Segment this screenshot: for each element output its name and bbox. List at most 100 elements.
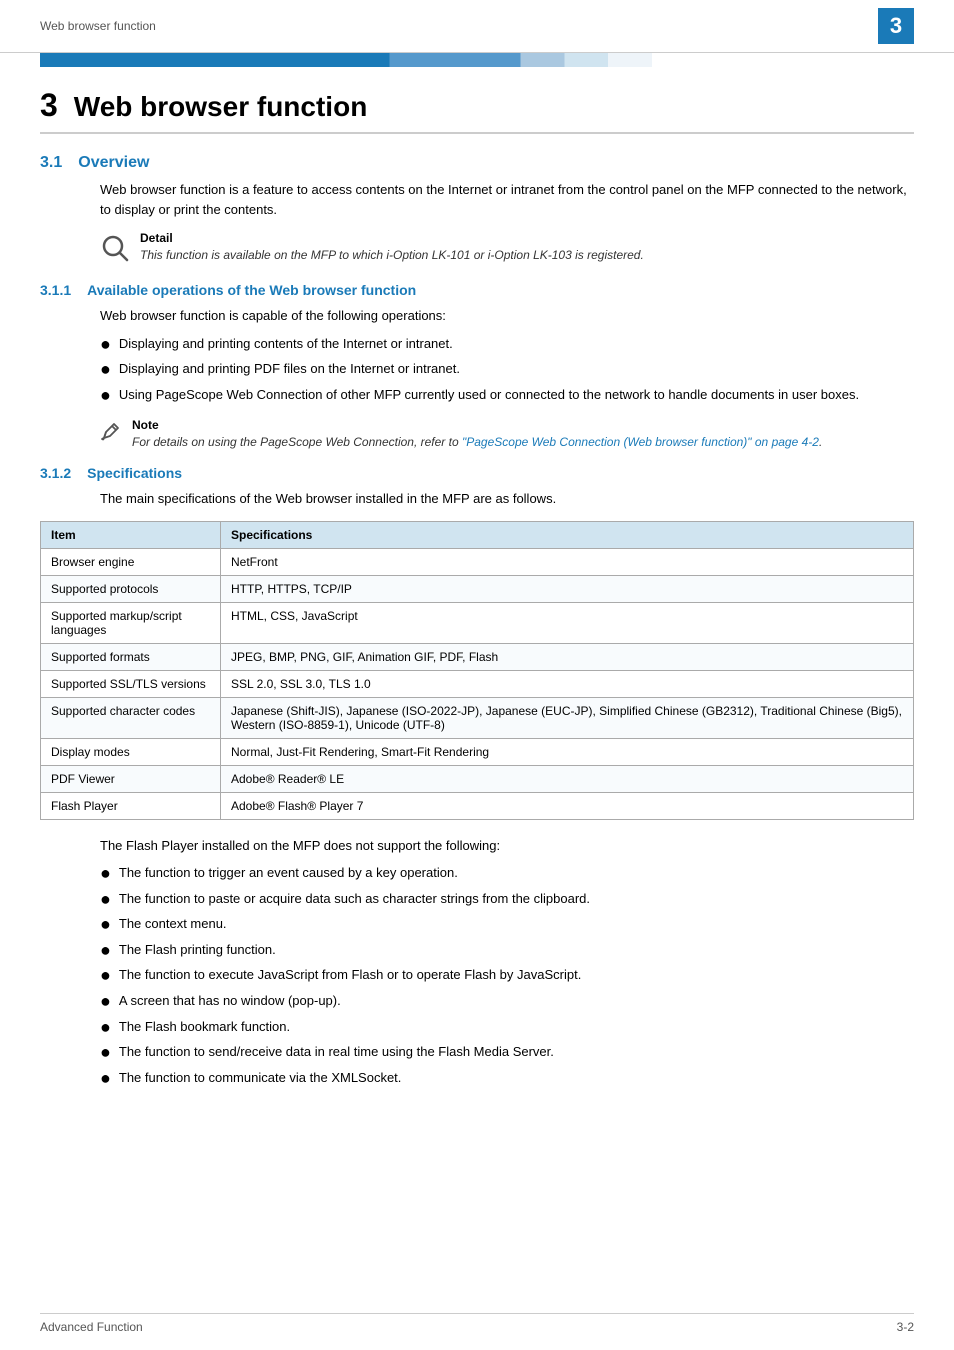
table-row: Supported formatsJPEG, BMP, PNG, GIF, An…	[41, 643, 914, 670]
table-cell-specs: Japanese (Shift-JIS), Japanese (ISO-2022…	[221, 697, 914, 738]
bullet-item: ● The function to trigger an event caused…	[100, 863, 914, 885]
bullet-text: The function to paste or acquire data su…	[119, 889, 914, 911]
table-row: Flash PlayerAdobe® Flash® Player 7	[41, 792, 914, 819]
table-cell-specs: Normal, Just-Fit Rendering, Smart-Fit Re…	[221, 738, 914, 765]
table-header-specs: Specifications	[221, 521, 914, 548]
bullet-item: ● Displaying and printing contents of th…	[100, 334, 914, 356]
table-cell-specs: Adobe® Reader® LE	[221, 765, 914, 792]
table-row: Supported markup/script languagesHTML, C…	[41, 602, 914, 643]
section-31-body: Web browser function is a feature to acc…	[100, 180, 914, 219]
table-row: Supported character codesJapanese (Shift…	[41, 697, 914, 738]
table-cell-item: PDF Viewer	[41, 765, 221, 792]
decorative-bar	[40, 53, 914, 67]
section-311-body: Web browser function is capable of the f…	[100, 306, 914, 326]
bullets-flash: ● The function to trigger an event caused…	[100, 863, 914, 1089]
detail-label: Detail	[140, 231, 644, 245]
section-31-text: Web browser function is a feature to acc…	[100, 180, 914, 219]
table-cell-specs: HTML, CSS, JavaScript	[221, 602, 914, 643]
bullet-text: The function to trigger an event caused …	[119, 863, 914, 885]
table-cell-item: Supported character codes	[41, 697, 221, 738]
note-box: Note For details on using the PageScope …	[100, 418, 914, 451]
note-content: Note For details on using the PageScope …	[132, 418, 822, 451]
detail-box: Detail This function is available on the…	[100, 231, 914, 268]
table-cell-item: Supported formats	[41, 643, 221, 670]
bullet-text: The context menu.	[119, 914, 914, 936]
page-content: 3 Web browser function 3.1Overview Web b…	[0, 67, 954, 1139]
page-header: Web browser function 3	[0, 0, 954, 53]
section-312-body: The main specifications of the Web brows…	[100, 489, 914, 509]
flash-intro: The Flash Player installed on the MFP do…	[100, 836, 914, 856]
section-31-heading: 3.1Overview	[40, 154, 914, 172]
bullet-dot: ●	[100, 991, 111, 1013]
bullet-item: ●The function to execute JavaScript from…	[100, 965, 914, 987]
section-312-heading: 3.1.2Specifications	[40, 465, 914, 481]
table-cell-item: Flash Player	[41, 792, 221, 819]
table-row: Browser engineNetFront	[41, 548, 914, 575]
bullet-text: The function to send/receive data in rea…	[119, 1042, 914, 1064]
table-row: PDF ViewerAdobe® Reader® LE	[41, 765, 914, 792]
page: Web browser function 3 3 Web browser fun…	[0, 0, 954, 1350]
table-row: Supported SSL/TLS versionsSSL 2.0, SSL 3…	[41, 670, 914, 697]
bullet-item: ● Using PageScope Web Connection of othe…	[100, 385, 914, 407]
table-cell-specs: JPEG, BMP, PNG, GIF, Animation GIF, PDF,…	[221, 643, 914, 670]
bullet-text: The Flash bookmark function.	[119, 1017, 914, 1039]
bullet-dot: ●	[100, 863, 111, 885]
pencil-icon	[100, 420, 122, 445]
bullet-text: A screen that has no window (pop-up).	[119, 991, 914, 1013]
chapter-number: 3	[40, 87, 58, 124]
note-text-before: For details on using the PageScope Web C…	[132, 435, 462, 449]
chapter-heading: 3 Web browser function	[40, 87, 914, 134]
bullet-dot: ●	[100, 385, 111, 407]
table-cell-item: Display modes	[41, 738, 221, 765]
flash-player-section: The Flash Player installed on the MFP do…	[100, 836, 914, 856]
bullets-311: ● Displaying and printing contents of th…	[100, 334, 914, 407]
chapter-title: Web browser function	[74, 91, 368, 123]
bullet-text: The function to communicate via the XMLS…	[119, 1068, 914, 1090]
table-cell-item: Supported protocols	[41, 575, 221, 602]
header-chapter-number: 3	[878, 8, 914, 44]
bullet-item: ● The function to communicate via the XML…	[100, 1068, 914, 1090]
bullet-text: Displaying and printing PDF files on the…	[119, 359, 914, 381]
bullet-dot: ●	[100, 940, 111, 962]
bullet-text: Displaying and printing contents of the …	[119, 334, 914, 356]
bullet-dot: ●	[100, 1017, 111, 1039]
section-312-intro: The main specifications of the Web brows…	[100, 489, 914, 509]
bullet-dot: ●	[100, 914, 111, 936]
table-cell-item: Supported SSL/TLS versions	[41, 670, 221, 697]
note-text-after: .	[819, 435, 822, 449]
bullet-dot: ●	[100, 965, 111, 987]
detail-content: Detail This function is available on the…	[140, 231, 644, 264]
bullet-item: ● Displaying and printing PDF files on t…	[100, 359, 914, 381]
specs-table: Item Specifications Browser engineNetFro…	[40, 521, 914, 820]
table-row: Display modesNormal, Just-Fit Rendering,…	[41, 738, 914, 765]
table-cell-specs: HTTP, HTTPS, TCP/IP	[221, 575, 914, 602]
table-cell-specs: NetFront	[221, 548, 914, 575]
bullet-item: ● The Flash printing function.	[100, 940, 914, 962]
note-text: For details on using the PageScope Web C…	[132, 434, 822, 451]
footer-right: 3-2	[897, 1320, 914, 1334]
table-cell-item: Supported markup/script languages	[41, 602, 221, 643]
table-row: Supported protocolsHTTP, HTTPS, TCP/IP	[41, 575, 914, 602]
table-cell-specs: Adobe® Flash® Player 7	[221, 792, 914, 819]
header-title: Web browser function	[40, 19, 156, 33]
bullet-text: The Flash printing function.	[119, 940, 914, 962]
page-footer: Advanced Function 3-2	[40, 1313, 914, 1334]
note-label: Note	[132, 418, 822, 432]
section-311-heading: 3.1.1Available operations of the Web bro…	[40, 282, 914, 298]
note-link[interactable]: "PageScope Web Connection (Web browser f…	[462, 435, 819, 449]
bullet-dot: ●	[100, 1042, 111, 1064]
detail-text: This function is available on the MFP to…	[140, 247, 644, 264]
bullet-dot: ●	[100, 334, 111, 356]
bullet-item: ● The context menu.	[100, 914, 914, 936]
bullet-item: ● The function to paste or acquire data s…	[100, 889, 914, 911]
bullet-dot: ●	[100, 1068, 111, 1090]
table-cell-specs: SSL 2.0, SSL 3.0, TLS 1.0	[221, 670, 914, 697]
bullet-dot: ●	[100, 889, 111, 911]
bullet-item: ● A screen that has no window (pop-up).	[100, 991, 914, 1013]
bullet-dot: ●	[100, 359, 111, 381]
table-header-item: Item	[41, 521, 221, 548]
bullet-item: ● The Flash bookmark function.	[100, 1017, 914, 1039]
footer-left: Advanced Function	[40, 1320, 143, 1334]
bullet-item: ● The function to send/receive data in re…	[100, 1042, 914, 1064]
table-cell-item: Browser engine	[41, 548, 221, 575]
